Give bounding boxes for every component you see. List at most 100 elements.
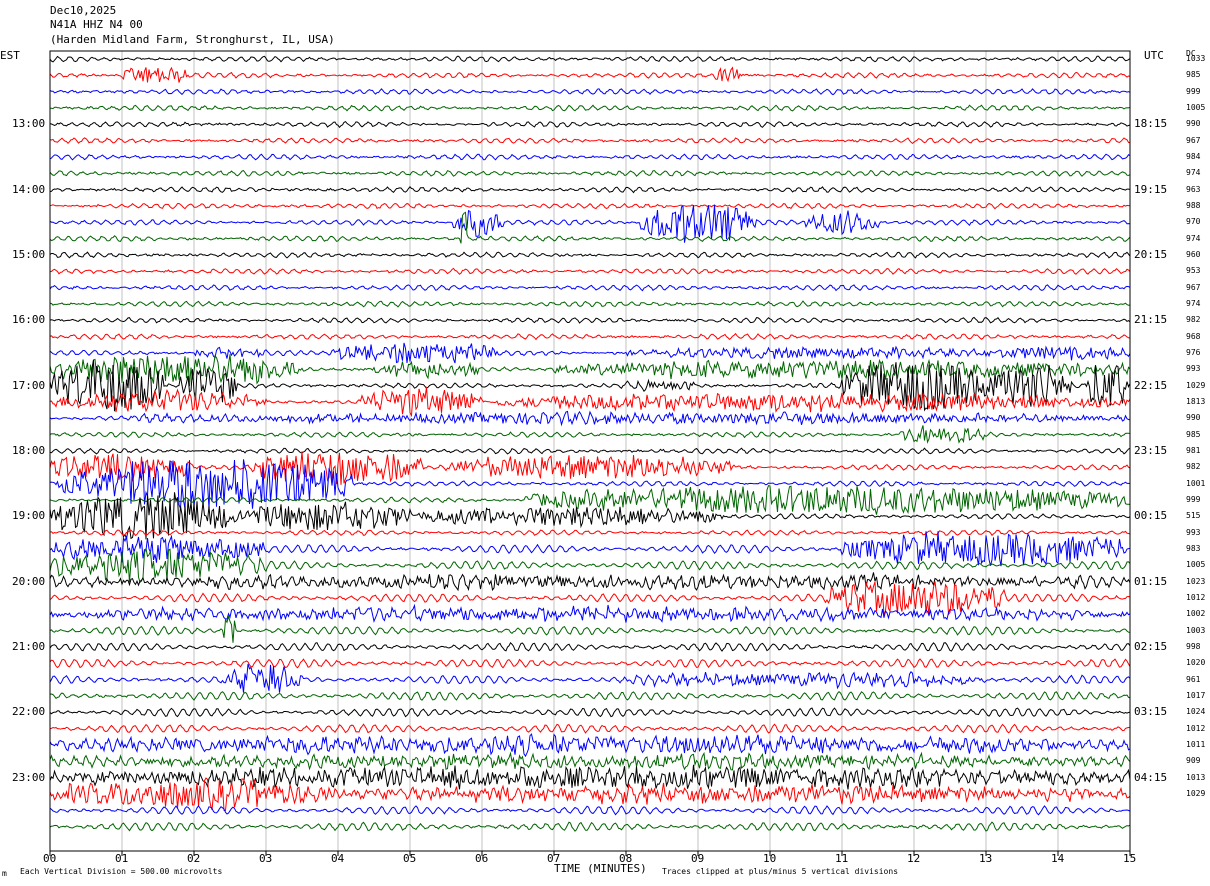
dc-offset-value: 1033 [1186, 54, 1206, 63]
header-location: (Harden Midland Farm, Stronghurst, IL, U… [50, 33, 335, 46]
seismic-trace [49, 211, 1131, 244]
utc-hour-label: 22:15 [1134, 378, 1168, 392]
dc-offset-value: 1023 [1186, 576, 1206, 586]
scale-note: Each Vertical Division = 500.00 microvol… [20, 867, 223, 876]
seismic-trace [49, 641, 1131, 652]
dc-offset-value: 985 [1186, 429, 1201, 439]
seismic-trace [49, 529, 1131, 537]
dc-offset-value: 982 [1186, 315, 1201, 325]
seismic-trace [50, 104, 1131, 112]
left-timezone-label: EST [0, 49, 20, 62]
x-tick-label: 14 [1051, 852, 1065, 865]
seismic-trace [49, 451, 1131, 485]
seismic-trace [49, 723, 1131, 734]
dc-offset-value: 1012 [1186, 723, 1206, 733]
dc-offset-value: 993 [1186, 527, 1201, 537]
utc-hour-label: 02:15 [1134, 640, 1168, 653]
utc-hour-label: 23:15 [1134, 444, 1168, 457]
seismic-trace [49, 484, 1131, 515]
dc-offset-value: 976 [1186, 348, 1201, 357]
seismic-trace [49, 342, 1131, 364]
dc-offset-value: 993 [1186, 364, 1201, 374]
est-hour-label: 22:00 [12, 705, 46, 719]
seismic-trace [49, 751, 1131, 771]
dc-offset-value: 515 [1186, 511, 1201, 521]
dc-offset-value: 1024 [1186, 707, 1206, 717]
seismic-trace [49, 137, 1131, 145]
utc-hour-label: 19:15 [1134, 182, 1168, 196]
seismic-trace [49, 170, 1131, 177]
seismic-trace [49, 572, 1131, 593]
dc-offset-value: 967 [1186, 135, 1201, 145]
dc-offset-value: 1020 [1186, 658, 1206, 668]
x-tick-label: 11 [835, 852, 849, 865]
utc-hour-label: 18:15 [1134, 117, 1168, 131]
header-station: N41A HHZ N4 00 [50, 18, 143, 31]
seismic-trace [49, 821, 1131, 832]
x-tick-label: 01 [115, 852, 129, 865]
dc-offset-value: 968 [1186, 331, 1201, 341]
dc-offset-value: 1013 [1186, 772, 1206, 782]
seismic-trace [49, 410, 1131, 427]
seismic-trace [49, 733, 1131, 758]
seismic-trace [49, 66, 1131, 83]
dc-offset-value: 999 [1186, 495, 1201, 504]
dc-offset-value: 985 [1186, 70, 1201, 80]
utc-hour-label: 01:15 [1134, 574, 1168, 588]
seismic-trace [49, 447, 1131, 455]
seismic-trace [49, 153, 1131, 161]
dc-offset-value: 1001 [1186, 478, 1206, 488]
est-hour-label: 18:00 [12, 444, 46, 457]
x-axis-ticks [49, 851, 1131, 856]
dc-offset-value: 1011 [1186, 740, 1206, 749]
seismic-trace [49, 614, 1131, 643]
seismic-trace [49, 186, 1131, 194]
utc-hour-label: 00:15 [1134, 509, 1168, 523]
est-hour-label: 21:00 [12, 640, 46, 653]
dc-offset-value: 984 [1186, 152, 1201, 161]
x-tick-label: 05 [403, 852, 417, 865]
dc-offset-value: 988 [1186, 201, 1201, 210]
dc-offset-value: 1005 [1186, 103, 1206, 112]
est-hour-label: 23:00 [12, 770, 46, 784]
seismic-trace [49, 359, 1131, 412]
dc-offset-value: 974 [1186, 233, 1201, 243]
dc-offset-value: 990 [1186, 413, 1201, 423]
dc-offset-value: 990 [1186, 119, 1201, 129]
seismic-trace [49, 764, 1131, 790]
seismic-trace [49, 251, 1131, 259]
seismic-trace [49, 204, 1131, 243]
x-tick-label: 15 [1123, 852, 1137, 865]
seismic-trace [49, 284, 1131, 292]
trace-group [49, 55, 1131, 832]
est-hour-label: 16:00 [12, 313, 46, 327]
x-tick-label: 13 [979, 852, 993, 865]
x-tick-label: 00 [43, 852, 57, 865]
dc-offset-value: 953 [1186, 266, 1201, 276]
x-tick-label: 12 [907, 852, 921, 865]
dc-offset-value: 963 [1186, 184, 1201, 194]
header-date: Dec10,2025 [50, 4, 117, 17]
footer-mark: m [2, 869, 7, 878]
seismic-trace [49, 707, 1131, 718]
seismic-trace [49, 425, 1131, 444]
seismic-trace [49, 267, 1131, 275]
seismic-trace [49, 531, 1131, 567]
x-tick-label: 10 [763, 852, 777, 865]
est-hour-label: 19:00 [12, 509, 46, 523]
x-tick-label: 03 [259, 852, 273, 865]
dc-offset-value: 974 [1186, 299, 1201, 308]
dc-offset-value: 967 [1186, 282, 1201, 292]
dc-offset-value: 982 [1186, 462, 1201, 472]
seismic-trace [49, 88, 1131, 96]
seismic-trace [49, 663, 1131, 693]
est-hour-label: 13:00 [12, 117, 46, 131]
seismic-trace [49, 300, 1131, 308]
seismic-trace [49, 691, 1131, 701]
dc-offset-value: 1005 [1186, 560, 1206, 570]
x-tick-label: 09 [691, 852, 705, 865]
utc-hour-label: 21:15 [1134, 313, 1168, 327]
utc-hour-label: 20:15 [1134, 248, 1168, 261]
dc-offset-value: 961 [1186, 674, 1201, 684]
right-timezone-label: UTC [1144, 49, 1164, 62]
